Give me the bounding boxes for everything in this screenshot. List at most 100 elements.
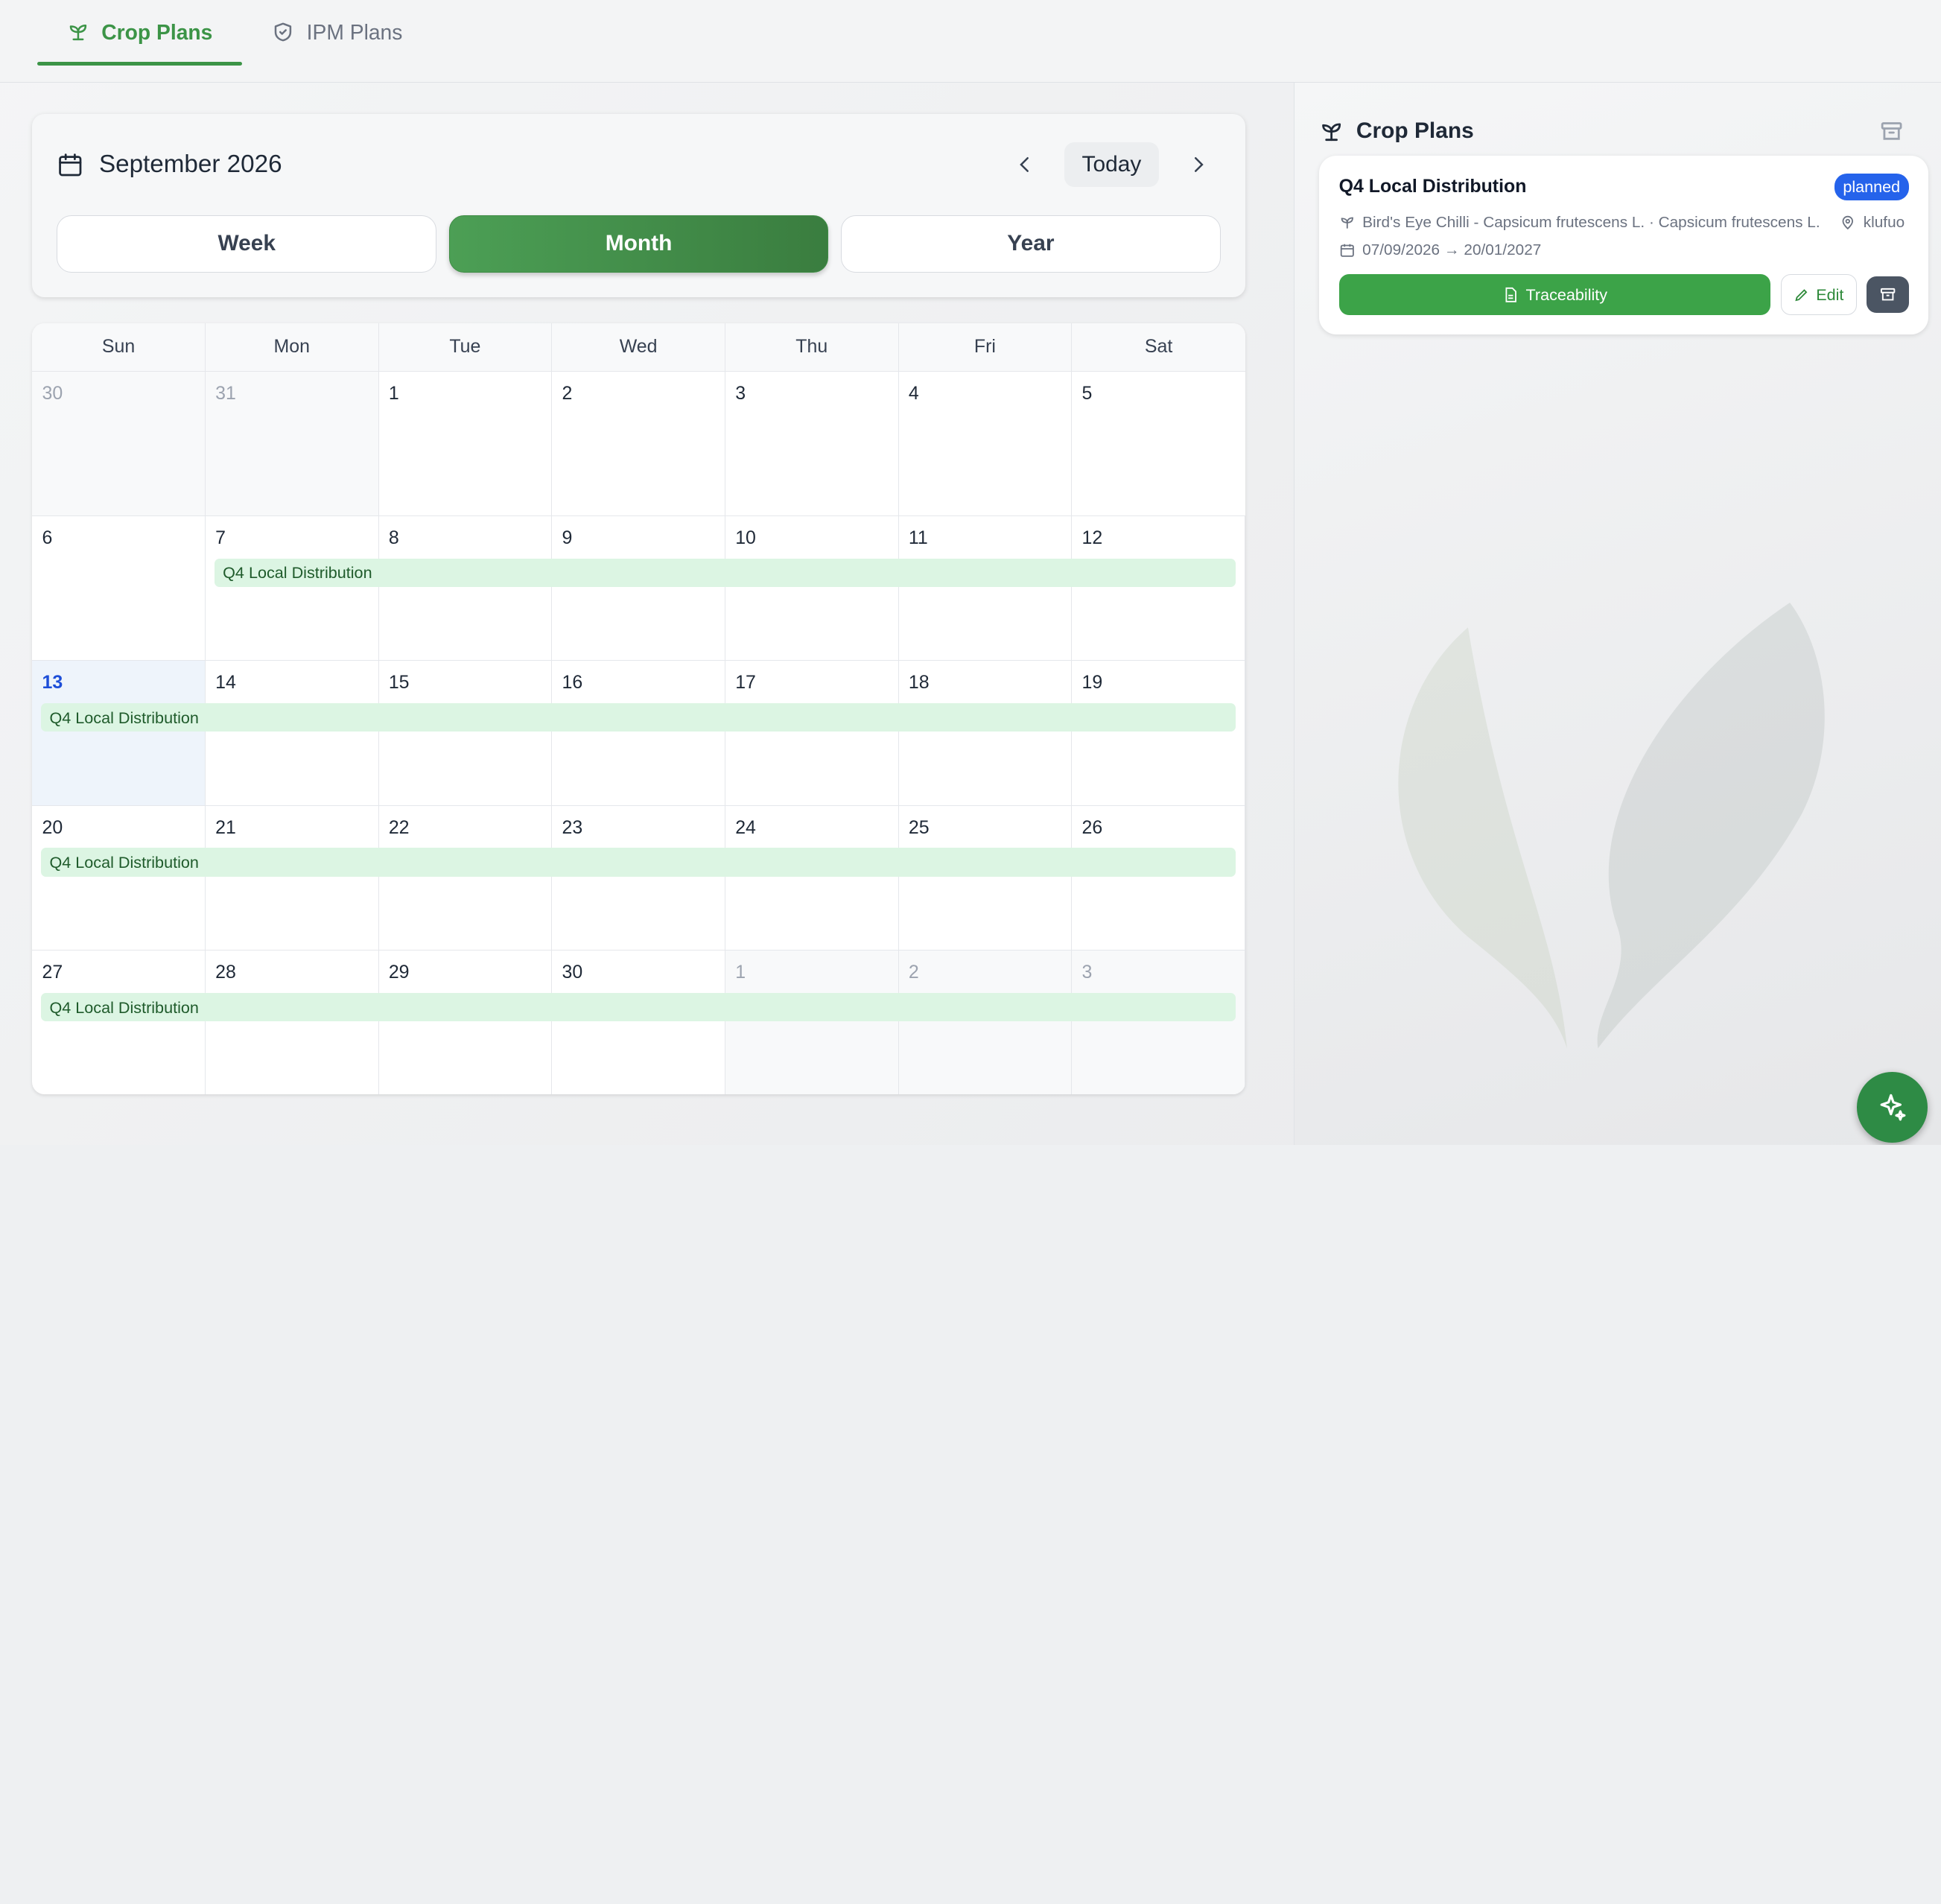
day-cell[interactable]: 20 [32, 805, 206, 951]
day-cell[interactable]: 15 [379, 661, 553, 805]
calendar-section: September 2026 Today Week Month Year Sun… [32, 113, 1245, 1095]
week-row: 30 31 1 2 3 4 5 [32, 371, 1245, 517]
weekday-header: Sun Mon Tue Wed Thu Fri Sat [32, 323, 1245, 372]
tab-crop-plans[interactable]: Crop Plans [36, 0, 242, 66]
weekday-label: Thu [725, 323, 899, 371]
page: Crop Plans IPM Plans September 2026 Toda… [0, 0, 1941, 1146]
week-row: 6 7 8 9 10 11 12 Q4 Local Distribution [32, 516, 1245, 661]
day-cell[interactable]: 1 [725, 951, 899, 1095]
day-cell[interactable]: 19 [1072, 661, 1245, 805]
day-cell[interactable]: 18 [899, 661, 1073, 805]
day-cell[interactable]: 22 [379, 805, 553, 951]
day-cell[interactable]: 3 [725, 371, 899, 516]
plan-date-row: 07/09/2026 → 20/01/2027 [1339, 241, 1909, 259]
tab-ipm-plans[interactable]: IPM Plans [242, 0, 432, 64]
tab-label: Crop Plans [101, 19, 213, 44]
edit-button[interactable]: Edit [1780, 274, 1858, 315]
chevron-left-icon [1020, 157, 1029, 172]
day-cell[interactable]: 30 [552, 951, 725, 1095]
day-cell[interactable]: 12 [1072, 516, 1245, 661]
weekday-label: Sun [32, 323, 206, 371]
day-cell[interactable]: 9 [552, 516, 725, 661]
week-view-button[interactable]: Week [57, 215, 437, 273]
weekday-label: Mon [206, 323, 379, 371]
document-icon [1505, 287, 1516, 302]
event-bar[interactable]: Q4 Local Distribution [214, 558, 1236, 587]
month-title: September 2026 [98, 150, 282, 179]
archive-plan-button[interactable] [1867, 276, 1909, 314]
day-cell[interactable]: 23 [552, 805, 725, 951]
plan-crop: Bird's Eye Chilli - Capsicum frutescens … [1362, 213, 1820, 231]
week-row: 20 21 22 23 24 25 26 Q4 Local Distributi… [32, 805, 1245, 951]
panel-header: Crop Plans [1294, 83, 1941, 152]
day-cell[interactable]: 21 [206, 805, 379, 951]
map-pin-icon [1842, 215, 1854, 230]
event-bar[interactable]: Q4 Local Distribution [40, 702, 1236, 732]
day-cell[interactable]: 30 [32, 371, 206, 516]
year-view-button[interactable]: Year [841, 215, 1221, 273]
view-switcher: Week Month Year [57, 215, 1221, 273]
status-badge: planned [1834, 173, 1909, 200]
shield-check-icon [274, 22, 292, 42]
weekday-label: Tue [379, 323, 553, 371]
day-cell[interactable]: 29 [379, 951, 553, 1095]
top-tabs: Crop Plans IPM Plans [0, 0, 1941, 83]
sprout-icon [1322, 123, 1341, 141]
sparkle-icon [1880, 1094, 1906, 1121]
day-cell[interactable]: 2 [898, 951, 1073, 1095]
day-cell[interactable]: 31 [205, 371, 379, 516]
plan-dates: 07/09/2026 → 20/01/2027 [1362, 241, 1542, 259]
day-cell[interactable]: 17 [725, 661, 899, 805]
chevron-right-icon [1194, 157, 1204, 172]
day-cell[interactable]: 14 [206, 661, 379, 805]
archive-icon[interactable] [1879, 119, 1904, 144]
panel-title: Crop Plans [1356, 118, 1474, 144]
day-cell[interactable]: 4 [899, 371, 1073, 516]
pencil-icon [1795, 288, 1808, 301]
day-cell[interactable]: 6 [32, 516, 206, 661]
day-cell[interactable]: 28 [206, 951, 379, 1095]
traceability-button[interactable]: Traceability [1338, 274, 1771, 315]
calendar-icon [59, 153, 82, 177]
previous-button[interactable] [1003, 142, 1047, 187]
day-cell[interactable]: 26 [1072, 805, 1245, 951]
tab-label: IPM Plans [306, 19, 403, 44]
edit-label: Edit [1816, 285, 1844, 304]
weekday-label: Sat [1144, 336, 1173, 358]
ai-assistant-button[interactable] [1857, 1072, 1928, 1143]
plan-title: Q4 Local Distribution [1338, 176, 1527, 197]
sprout-icon [1341, 217, 1353, 229]
event-bar[interactable]: Q4 Local Distribution [40, 992, 1236, 1022]
calendar-header: September 2026 Today Week Month Year [32, 113, 1245, 297]
week-row: 13 14 15 16 17 18 19 Q4 Local Distributi… [32, 661, 1245, 806]
day-cell[interactable]: 5 [1072, 372, 1245, 515]
weekday-label: Fri [899, 323, 1073, 371]
crop-plans-panel: Crop Plans Q4 Local Distribution planned… [1293, 83, 1941, 1146]
leaf-watermark-icon [1397, 603, 1825, 1049]
plan-location: klufuo [1863, 213, 1905, 231]
event-bar[interactable]: Q4 Local Distribution [40, 848, 1236, 877]
day-cell[interactable]: 8 [379, 516, 553, 661]
month-view-button[interactable]: Month [448, 215, 829, 273]
week-row: 27 28 29 30 1 2 3 Q4 Local Distribution [32, 951, 1245, 1095]
day-cell[interactable]: 10 [725, 516, 899, 661]
day-cell[interactable]: 2 [552, 371, 725, 516]
day-cell[interactable]: 27 [32, 951, 206, 1095]
day-cell[interactable]: 25 [899, 805, 1073, 951]
traceability-label: Traceability [1525, 285, 1608, 304]
weekday-label: Wed [552, 323, 725, 371]
day-cell[interactable]: 3 [1072, 951, 1245, 1095]
crop-plan-card[interactable]: Q4 Local Distribution planned Bird's Eye… [1319, 156, 1929, 334]
today-button[interactable]: Today [1064, 142, 1159, 188]
sprout-icon [69, 25, 86, 41]
day-cell[interactable]: 7 [206, 516, 379, 661]
day-cell[interactable]: 1 [379, 371, 553, 516]
day-cell[interactable]: 24 [725, 805, 899, 951]
next-button[interactable] [1176, 142, 1221, 187]
day-cell-today[interactable]: 13 [32, 661, 206, 805]
calendar-icon [1340, 244, 1354, 258]
day-cell[interactable]: 11 [899, 516, 1073, 661]
plan-crop-row: Bird's Eye Chilli - Capsicum frutescens … [1339, 214, 1909, 232]
month-grid: Sun Mon Tue Wed Thu Fri Sat 30 31 1 2 3 … [32, 323, 1245, 1095]
day-cell[interactable]: 16 [552, 661, 725, 805]
